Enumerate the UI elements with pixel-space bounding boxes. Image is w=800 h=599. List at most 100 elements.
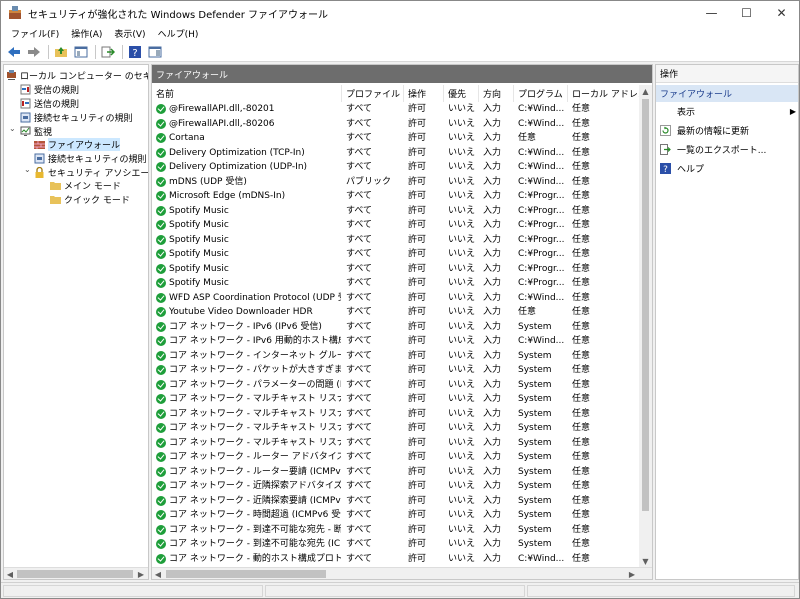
menu-action[interactable]: 操作(A) — [65, 27, 108, 40]
menu-help[interactable]: ヘルプ(H) — [152, 27, 205, 40]
table-row[interactable]: Spotify Music すべて 許可 いいえ 入力 C:¥Progr... 任意 — [152, 204, 640, 219]
table-row[interactable]: コア ネットワーク - ルーター要請 (ICMPv6-受信) すべて 許可 いいえ入力… — [152, 465, 640, 480]
table-row[interactable]: コア ネットワーク - インターネット グループ管理プ... すべて 許可 いいえ入力… — [152, 349, 640, 364]
properties-icon[interactable] — [146, 44, 164, 60]
column-header-action[interactable]: 操作 — [404, 85, 444, 102]
table-row[interactable]: Spotify Music すべて 許可 いいえ 入力 C:¥Progr... 任意 — [152, 276, 640, 291]
table-row[interactable]: コア ネットワーク - IPv6 (IPv6 受信) すべて 許可 いいえ 入力 Syst… — [152, 320, 640, 335]
scroll-thumb[interactable] — [17, 570, 133, 578]
action-export-list[interactable]: 一覧のエクスポート... — [656, 141, 798, 158]
collapse-caret-icon[interactable]: ⌄ — [9, 124, 16, 133]
menu-view[interactable]: 表示(V) — [108, 27, 151, 40]
rule-program: C:¥Wind... — [518, 162, 565, 172]
table-row[interactable]: コア ネットワーク - IPv6 用動的ホスト構成プロ... すべて 許可 いいえ入力… — [152, 334, 640, 349]
collapse-caret-icon[interactable]: ⌄ — [24, 165, 31, 174]
table-row[interactable]: コア ネットワーク - マルチキャスト リスナー レポー... すべて 許可 いいえ入… — [152, 421, 640, 436]
close-button[interactable]: ✕ — [764, 1, 799, 25]
tree-horizontal-scrollbar[interactable]: ◀ ▶ — [4, 567, 148, 579]
scroll-up-icon[interactable]: ▲ — [639, 85, 652, 98]
tree-item-inbound[interactable]: 受信の規則 — [20, 82, 79, 96]
table-row[interactable]: mDNS (UDP 受信) パブリック 許可 いいえ 入力 C:¥Wind... 任意 — [152, 175, 640, 190]
scroll-left-icon[interactable]: ◀ — [4, 568, 16, 579]
tree-item-main-mode[interactable]: メイン モード — [50, 178, 121, 192]
list-horizontal-scrollbar[interactable]: ◀ ▶ — [152, 567, 652, 579]
rule-action: 許可 — [408, 278, 427, 288]
action-label: ヘルプ — [677, 165, 705, 175]
table-row[interactable]: コア ネットワーク - 到達不可能な宛先 (ICMR... すべて 許可 いいえ入力 S… — [152, 537, 640, 552]
table-row[interactable]: コア ネットワーク - 時間超過 (ICMPv6 受信) すべて 許可 いいえ 入力 Sy… — [152, 508, 640, 523]
table-row[interactable]: Youtube Video Downloader HDR すべて 許可 いいえ 入力 任意… — [152, 305, 640, 320]
tree-item-outbound[interactable]: 送信の規則 — [20, 96, 79, 110]
table-row[interactable]: Delivery Optimization (UDP-In) すべて 許可 いいえ 入力… — [152, 160, 640, 175]
rule-local-address: 任意 — [572, 205, 591, 216]
action-view[interactable]: 表示 ▶ — [656, 103, 798, 120]
rule-action: 許可 — [408, 394, 427, 404]
table-row[interactable]: Cortana すべて 許可 いいえ 入力 任意 任意 — [152, 131, 640, 146]
column-header-override[interactable]: 優先 — [444, 85, 479, 102]
table-row[interactable]: Spotify Music すべて 許可 いいえ 入力 C:¥Progr... 任意 — [152, 247, 640, 262]
table-row[interactable]: Spotify Music すべて 許可 いいえ 入力 C:¥Progr... 任意 — [152, 218, 640, 233]
back-icon[interactable] — [5, 44, 23, 60]
table-row[interactable]: Spotify Music すべて 許可 いいえ 入力 C:¥Progr... 任意 — [152, 233, 640, 248]
enabled-check-icon — [156, 553, 166, 564]
rule-profile: すべて — [346, 234, 373, 245]
scroll-right-icon[interactable]: ▶ — [626, 568, 638, 579]
tree-item-quick-mode[interactable]: クイック モード — [50, 192, 130, 206]
actions-section-header[interactable]: ファイアウォール — [656, 85, 798, 102]
table-row[interactable]: コア ネットワーク - パラメーターの問題 (ICMPv6... すべて 許可 いいえ… — [152, 378, 640, 393]
table-row[interactable]: コア ネットワーク - 近隣探索要請 (ICMPv6 受... すべて 許可 いいえ入… — [152, 494, 640, 509]
table-row[interactable]: コア ネットワーク - ルーター アドバタイズ (ICMPv... すべて 許可 いい… — [152, 450, 640, 465]
column-header-profile[interactable]: プロファイル — [342, 85, 404, 102]
rule-name: コア ネットワーク - 近隣探索アドバタイズ (ICMP... — [169, 481, 341, 491]
tree-item-monitoring[interactable]: 監視 — [20, 124, 52, 138]
table-row[interactable]: @FirewallAPI.dll,-80201 すべて 許可 いいえ 入力 C:¥Wind… — [152, 102, 640, 117]
maximize-button[interactable]: ☐ — [729, 1, 764, 25]
list-vertical-scrollbar[interactable]: ▲ ▼ — [639, 85, 652, 568]
scroll-thumb[interactable] — [642, 99, 649, 511]
menu-file[interactable]: ファイル(F) — [5, 27, 65, 40]
tree-item-firewall[interactable]: ファイアウォール — [34, 137, 121, 151]
up-folder-icon[interactable] — [52, 44, 70, 60]
help-icon[interactable]: ? — [126, 44, 144, 60]
table-row[interactable]: Delivery Optimization (TCP-In) すべて 許可 いいえ 入力… — [152, 146, 640, 161]
rule-profile: すべて — [346, 408, 373, 419]
table-row[interactable]: コア ネットワーク - マルチキャスト リスナー クエリ... すべて 許可 いいえ入… — [152, 392, 640, 407]
table-row[interactable]: @FirewallAPI.dll,-80206 すべて 許可 いいえ 入力 C:¥Wind… — [152, 117, 640, 132]
column-header-local-address[interactable]: ローカル アドレス — [568, 85, 640, 102]
table-row[interactable]: Spotify Music すべて 許可 いいえ 入力 C:¥Progr... 任意 — [152, 262, 640, 277]
column-header-name[interactable]: 名前 ^ — [152, 85, 342, 102]
enabled-check-icon — [156, 220, 166, 230]
table-row[interactable]: コア ネットワーク - 到達不可能な宛先 - 断片... すべて 許可 いいえ入力 Sy… — [152, 523, 640, 538]
tree-item-connection-rules[interactable]: 接続セキュリティの規則 — [20, 110, 132, 124]
tree-item-security-associations[interactable]: セキュリティ アソシエーション — [34, 165, 148, 179]
table-row[interactable]: コア ネットワーク - 近隣探索アドバタイズ (ICMP... すべて 許可 いいえ入… — [152, 479, 640, 494]
console-tree-icon[interactable] — [72, 44, 90, 60]
table-row[interactable]: WFD ASP Coordination Protocol (UDP 受... す… — [152, 291, 640, 306]
scroll-left-icon[interactable]: ◀ — [152, 568, 164, 579]
rule-local-address: 任意 — [572, 118, 591, 129]
minimize-button[interactable]: — — [694, 1, 729, 25]
table-row[interactable]: Microsoft Edge (mDNS-In) すべて 許可 いいえ 入力 C:¥Pro… — [152, 189, 640, 204]
column-header-program[interactable]: プログラム — [514, 85, 568, 102]
scroll-thumb[interactable] — [166, 570, 326, 578]
export-icon[interactable] — [99, 44, 117, 60]
tree-root[interactable]: ローカル コンピューター のセキュリティ — [6, 68, 148, 82]
tree-item-connection-security[interactable]: 接続セキュリティの規則 — [34, 151, 146, 165]
rule-action: 許可 — [408, 321, 427, 332]
column-header-direction[interactable]: 方向 — [479, 85, 514, 102]
table-row[interactable]: コア ネットワーク - パケットが大きすぎます (ICM... すべて 許可 いいえ入… — [152, 363, 640, 378]
action-help[interactable]: ? ヘルプ — [656, 160, 798, 177]
action-refresh[interactable]: 最新の情報に更新 — [656, 122, 798, 139]
table-row[interactable]: コア ネットワーク - マルチキャスト リスナー レポー... すべて 許可 いいえ入… — [152, 407, 640, 422]
rule-program: C:¥Wind... — [518, 118, 565, 129]
scroll-right-icon[interactable]: ▶ — [135, 568, 147, 579]
rule-override: いいえ — [448, 263, 476, 274]
rule-action: 許可 — [408, 539, 427, 549]
forward-icon[interactable] — [25, 44, 43, 60]
table-row[interactable]: コア ネットワーク - 動的ホスト構成プロトコル (D... すべて 許可 いいえ入力… — [152, 552, 640, 567]
rule-direction: 入力 — [483, 104, 502, 114]
table-row[interactable]: コア ネットワーク - マルチキャスト リスナー完了 (I... すべて 許可 いいえ… — [152, 436, 640, 451]
rule-profile: すべて — [346, 104, 373, 114]
rule-override: いいえ — [448, 220, 476, 230]
rule-local-address: 任意 — [572, 452, 591, 462]
